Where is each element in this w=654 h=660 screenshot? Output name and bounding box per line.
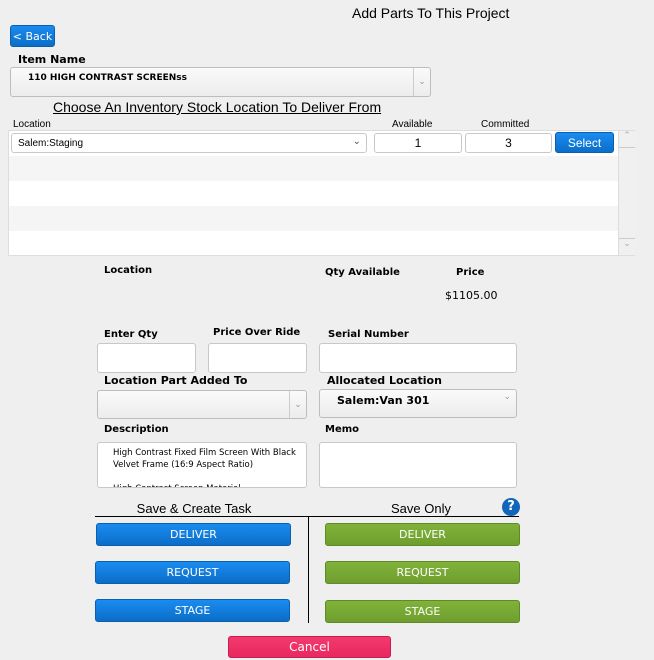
- description-label: Description: [104, 424, 169, 435]
- item-name-value: 110 HIGH CONTRAST SCREENss: [28, 73, 187, 83]
- stock-heading: Choose An Inventory Stock Location To De…: [53, 99, 382, 115]
- help-icon[interactable]: ?: [502, 498, 520, 516]
- page-title: Add Parts To This Project: [352, 5, 510, 21]
- cancel-button[interactable]: Cancel: [228, 636, 391, 658]
- description-textarea[interactable]: High Contrast Fixed Film Screen With Bla…: [97, 442, 307, 488]
- select-button[interactable]: Select: [555, 132, 614, 153]
- memo-textarea[interactable]: [319, 442, 517, 488]
- task-stage-button[interactable]: STAGE: [95, 599, 290, 622]
- scroll-down-icon[interactable]: ⌄: [619, 238, 635, 255]
- chevron-down-icon: ⌄: [503, 392, 511, 402]
- stock-location-value: Salem:Staging: [18, 138, 84, 149]
- available-field[interactable]: 1: [374, 133, 462, 153]
- scrollbar[interactable]: ⌃ ⌄: [618, 131, 635, 255]
- qty-available-label: Qty Available: [325, 267, 400, 278]
- price-override-input[interactable]: [208, 343, 307, 373]
- table-row: [9, 156, 618, 181]
- chevron-down-icon: ⌄: [413, 68, 430, 96]
- divider: [308, 516, 309, 623]
- save-stage-button[interactable]: STAGE: [325, 600, 520, 623]
- enter-qty-label: Enter Qty: [104, 329, 158, 340]
- serial-number-label: Serial Number: [328, 329, 409, 340]
- enter-qty-input[interactable]: [97, 343, 196, 373]
- allocated-location-value: Salem:Van 301: [337, 394, 430, 407]
- divider: [95, 516, 519, 517]
- table-row: [9, 206, 618, 231]
- location-added-select[interactable]: ⌄: [97, 390, 307, 419]
- allocated-location-select[interactable]: Salem:Van 301 ⌄: [319, 389, 517, 418]
- scroll-up-icon[interactable]: ⌃: [619, 131, 635, 148]
- allocated-location-label: Allocated Location: [327, 374, 442, 387]
- committed-field[interactable]: 3: [465, 133, 552, 153]
- save-only-heading: Save Only: [391, 501, 451, 516]
- chevron-down-icon: ⌄: [289, 391, 306, 418]
- stock-location-select[interactable]: Salem:Staging ⌄: [11, 133, 367, 153]
- location-added-label: Location Part Added To: [104, 374, 248, 387]
- price-value: $1105.00: [445, 289, 498, 302]
- save-request-button[interactable]: REQUEST: [325, 561, 520, 584]
- save-deliver-button[interactable]: DELIVER: [325, 523, 520, 546]
- col-committed: Committed: [481, 119, 530, 130]
- chevron-down-icon: ⌄: [352, 136, 361, 147]
- task-deliver-button[interactable]: DELIVER: [96, 523, 291, 546]
- price-label: Price: [456, 267, 485, 278]
- item-name-select[interactable]: 110 HIGH CONTRAST SCREENss ⌄: [10, 67, 431, 97]
- col-location: Location: [13, 119, 51, 130]
- save-create-task-heading: Save & Create Task: [136, 501, 252, 516]
- back-button[interactable]: < Back: [10, 25, 55, 47]
- memo-label: Memo: [325, 424, 360, 435]
- col-available: Available: [392, 119, 433, 130]
- location-label: Location: [104, 265, 153, 276]
- task-request-button[interactable]: REQUEST: [95, 561, 290, 584]
- serial-number-input[interactable]: [319, 343, 517, 373]
- item-name-label: Item Name: [18, 53, 86, 66]
- price-override-label: Price Over Ride: [213, 327, 301, 338]
